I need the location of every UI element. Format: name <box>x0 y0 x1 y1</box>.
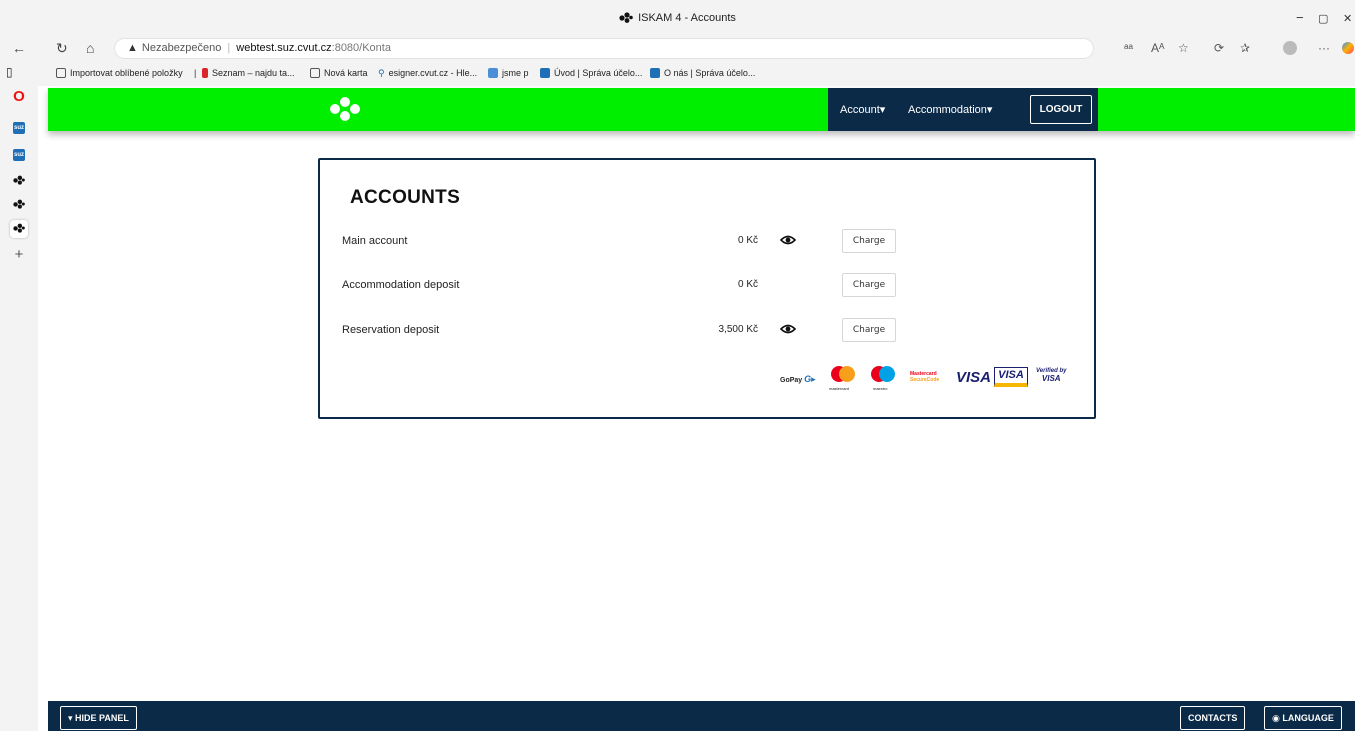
maximize-button[interactable]: ▢ <box>1318 12 1328 25</box>
charge-button[interactable]: Charge <box>842 229 896 253</box>
extensions-icon[interactable]: ⟳ <box>1214 41 1224 55</box>
visa-electron-logo: VISA <box>994 367 1028 387</box>
security-label: Nezabezpečeno <box>141 42 222 54</box>
copilot-icon[interactable] <box>1342 42 1354 54</box>
window-title: ISKAM 4 - Accounts <box>0 12 1355 26</box>
mastercard-caption: mastercard <box>829 386 850 391</box>
minimize-button[interactable]: − <box>1296 10 1304 25</box>
nav-account-dropdown[interactable]: Account▾ <box>840 103 885 116</box>
iskam-tab-icon-active[interactable] <box>10 220 28 238</box>
iskam-logo-icon[interactable] <box>328 95 364 128</box>
iskam-tab-icon[interactable] <box>10 172 28 190</box>
translate-icon <box>488 68 498 78</box>
address-bar[interactable]: ▲ Nezabezpečeno | webtest.suz.cvut.cz:8080/… <box>114 38 1094 59</box>
url-path: :8080/Konta <box>331 42 391 54</box>
suz-icon <box>540 68 550 78</box>
seznam-icon <box>202 68 208 78</box>
bookmark-item[interactable]: Nová karta <box>310 68 368 78</box>
bookmark-item[interactable]: jsme p <box>488 68 529 78</box>
account-label: Accommodation deposit <box>342 279 460 291</box>
account-row-reservation: Reservation deposit 3,500 Kč Charge <box>320 318 1094 344</box>
nav-accommodation-dropdown[interactable]: Accommodation▾ <box>908 103 992 116</box>
bookmarks-bar: ▯ Importovat oblíbené položky | Seznam –… <box>0 62 1355 86</box>
main-nav: Account▾ Accommodation▾ LOGOUT <box>828 88 1098 131</box>
tab-actions-icon[interactable]: ▯ <box>6 65 13 79</box>
favorites-icon[interactable]: ✰ <box>1240 41 1250 55</box>
account-label: Reservation deposit <box>342 324 440 336</box>
bookmark-item[interactable]: Importovat oblíbené položky <box>56 68 183 78</box>
charge-button[interactable]: Charge <box>842 273 896 297</box>
eye-icon[interactable] <box>779 233 797 251</box>
window-titlebar: ISKAM 4 - Accounts − ▢ ✕ <box>0 0 1355 36</box>
iskam-tab-icon[interactable] <box>10 196 28 214</box>
charge-button[interactable]: Charge <box>842 318 896 342</box>
add-icon[interactable]: + <box>10 246 28 264</box>
home-icon[interactable]: ⌂ <box>86 40 94 56</box>
bookmark-item[interactable]: ⚲ esigner.cvut.cz - Hle... <box>378 68 477 79</box>
read-aloud-icon[interactable]: ᵃᵃ <box>1124 41 1133 55</box>
account-row-main: Main account 0 Kč Charge <box>320 229 1094 255</box>
opera-icon[interactable]: O <box>10 88 28 106</box>
visa-logo: VISA <box>956 369 992 386</box>
browser-toolbar: ← ↻ ⌂ ▲ Nezabezpečeno | webtest.suz.cvut.cz… <box>0 36 1355 62</box>
close-button[interactable]: ✕ <box>1343 12 1352 25</box>
eye-icon[interactable] <box>779 322 797 340</box>
payment-logos: GoPay G▸ mastercard maestro Mastercard Se… <box>320 364 1094 394</box>
profile-avatar[interactable] <box>1283 41 1297 55</box>
iskam-logo-icon <box>619 12 633 26</box>
logout-button[interactable]: LOGOUT <box>1030 95 1092 124</box>
language-button[interactable]: ◉ LANGUAGE <box>1264 706 1342 730</box>
maestro-caption: maestro <box>873 386 888 391</box>
app-header: Account▾ Accommodation▾ LOGOUT <box>48 88 1355 131</box>
suz-icon <box>650 68 660 78</box>
back-icon[interactable]: ← <box>12 40 26 56</box>
hide-panel-button[interactable]: ▾ HIDE PANEL <box>60 706 137 730</box>
gopay-logo: GoPay G▸ <box>780 374 816 384</box>
refresh-icon[interactable]: ↻ <box>56 40 68 57</box>
contacts-button[interactable]: CONTACTS <box>1180 706 1246 730</box>
bookmark-item[interactable]: O nás | Správa účelo... <box>650 68 755 78</box>
new-tab-icon <box>310 68 320 78</box>
globe-icon: ◉ <box>1272 713 1280 723</box>
accounts-card: ACCOUNTS Main account 0 Kč Charge Accomm… <box>318 158 1096 419</box>
account-amount: 0 Kč <box>737 235 758 246</box>
suz-icon[interactable]: suz <box>13 122 25 134</box>
url-host: webtest.suz.cvut.cz <box>236 42 332 54</box>
bookmark-item[interactable]: Úvod | Správa účelo... <box>540 68 642 78</box>
account-amount: 3,500 Kč <box>718 324 758 335</box>
favorite-star-icon[interactable]: ☆ <box>1178 41 1189 55</box>
bookmark-item[interactable]: Seznam – najdu ta... <box>202 68 295 78</box>
browser-sidebar: O suz suz + <box>0 86 38 731</box>
import-icon <box>56 68 66 78</box>
account-amount: 0 Kč <box>737 279 758 290</box>
account-label: Main account <box>342 235 408 247</box>
warning-icon: ▲ <box>127 42 138 54</box>
bottom-panel: ▾ HIDE PANEL CONTACTS ◉ LANGUAGE <box>48 701 1355 731</box>
page-title: ACCOUNTS <box>350 187 461 208</box>
text-size-icon[interactable]: Aᴬ <box>1151 41 1164 55</box>
suz-icon[interactable]: suz <box>13 149 25 161</box>
verified-by-visa-logo: Verified by VISA <box>1036 368 1067 383</box>
search-icon: ⚲ <box>378 68 385 78</box>
account-row-accommodation: Accommodation deposit 0 Kč Charge <box>320 273 1094 299</box>
more-menu-icon[interactable]: ··· <box>1318 41 1330 55</box>
securecode-logo: Mastercard SecureCode <box>910 371 940 383</box>
